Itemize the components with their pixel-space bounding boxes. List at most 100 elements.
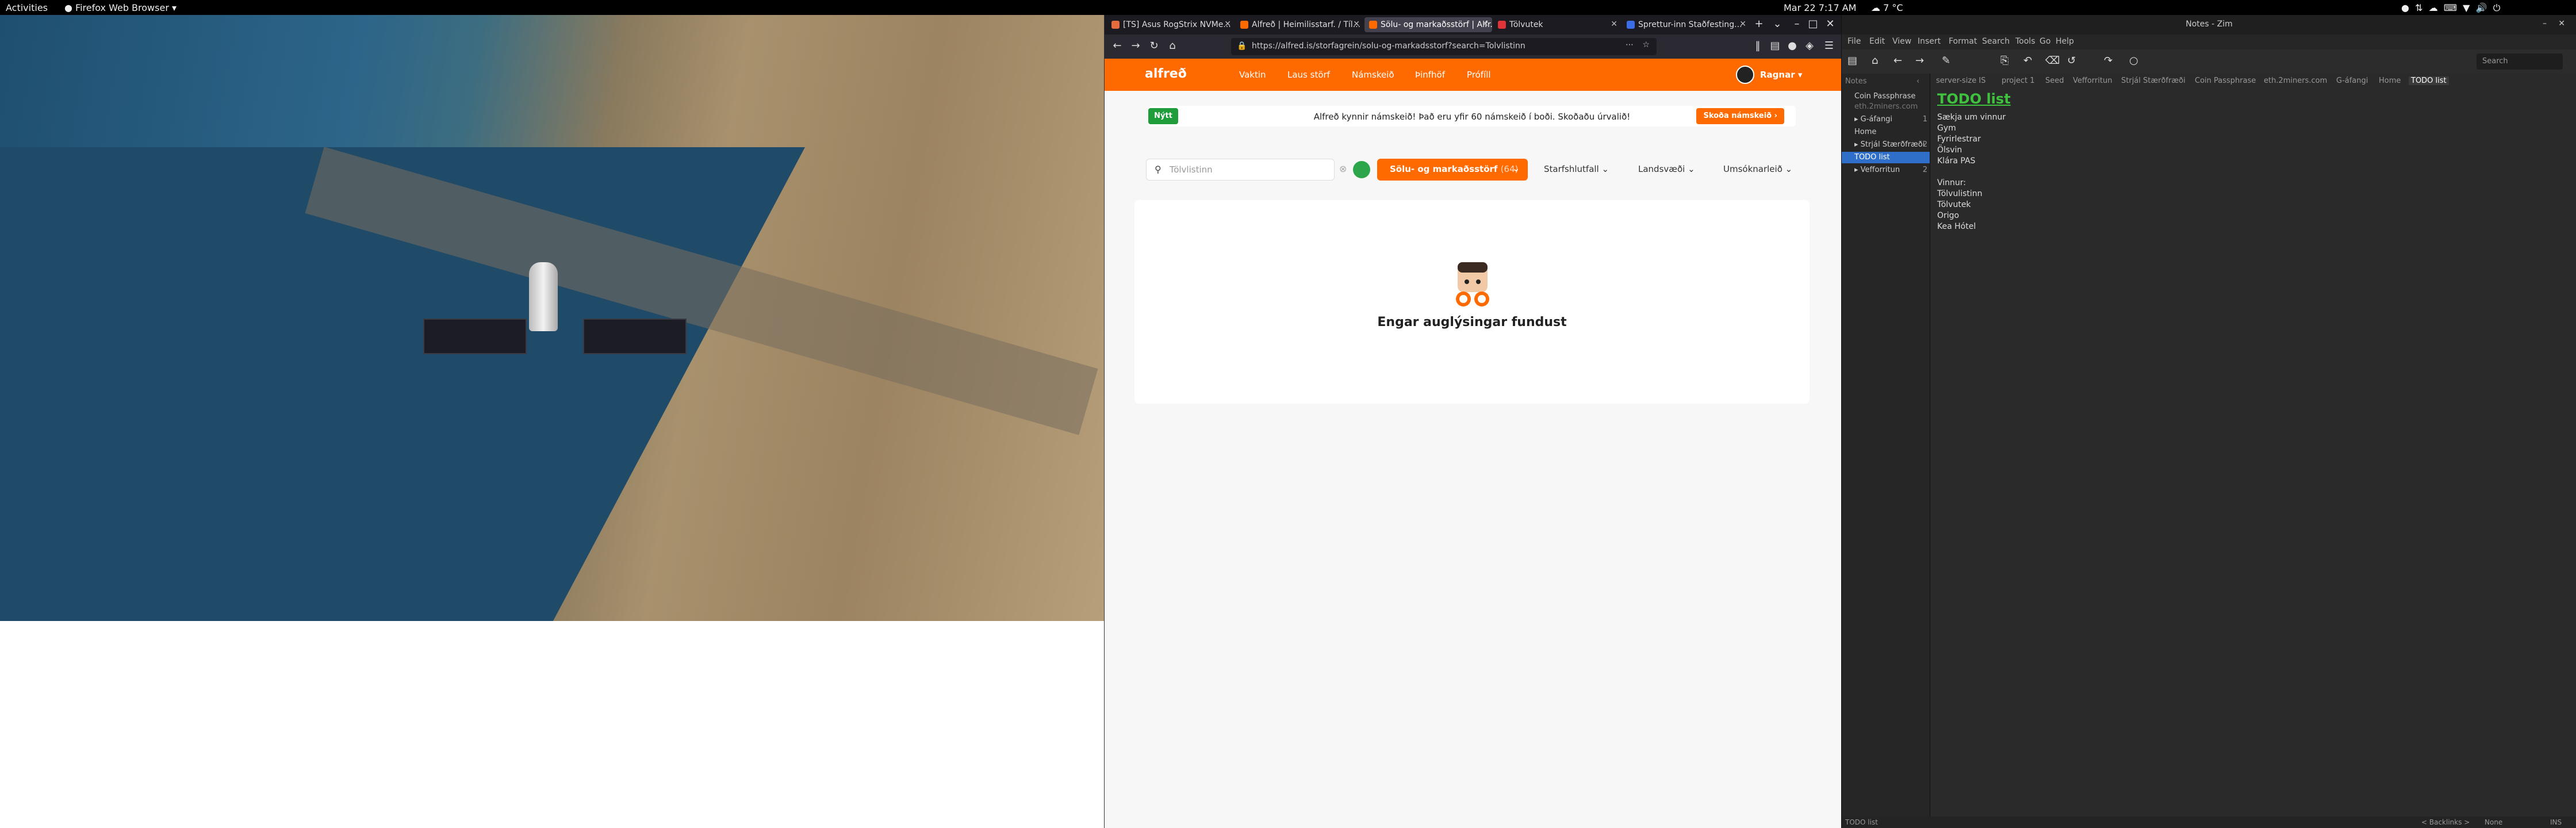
tab-3[interactable]: Sölu- og markaðsstörf | Alfr... ✕ (1364, 17, 1492, 32)
activities-button[interactable]: Activities (6, 2, 48, 13)
menu-tools[interactable]: Tools (2015, 37, 2035, 46)
close-icon[interactable]: ✕ (1739, 20, 1746, 29)
nav-thinfhof[interactable]: Þinfhöf (1415, 70, 1445, 80)
menu-go[interactable]: Go (2040, 37, 2050, 46)
search-submit-button[interactable] (1353, 161, 1370, 178)
menu-help[interactable]: Help (2056, 37, 2074, 46)
tab-2[interactable]: Alfreð | Heimilisstarf. / Tíl... ✕ (1236, 17, 1363, 32)
account-icon[interactable]: ● (1785, 40, 1799, 53)
crumb-1[interactable]: server-size IS (1936, 76, 1985, 85)
close-icon[interactable]: ✕ (1611, 20, 1617, 29)
tab-4[interactable]: Tölvutek ✕ (1493, 17, 1621, 32)
forward-icon[interactable]: → (1915, 55, 1924, 67)
close-window-icon[interactable]: ✕ (2558, 19, 2565, 28)
filter-starfshlutfall[interactable]: Starfshlutfall ⌄ (1544, 164, 1609, 174)
weather[interactable]: ☁ 7 °C (1871, 2, 1903, 13)
page-actions-icon[interactable]: ⋯ (1626, 40, 1634, 49)
filter-umsoknarleid[interactable]: Umsóknarleið ⌄ (1723, 164, 1792, 174)
nav-namskeid[interactable]: Námskeið (1352, 70, 1394, 80)
crumb-current[interactable]: TODO list (2409, 76, 2449, 85)
bookmark-star-icon[interactable]: ☆ (1642, 40, 1650, 49)
desktop (0, 15, 1104, 828)
minimize-icon[interactable]: – (1790, 18, 1804, 32)
crumb-4[interactable]: Vefforritun (2073, 76, 2112, 85)
search-input[interactable]: ⚲ Tölvlistinn (1146, 159, 1335, 181)
zim-page-editor[interactable]: TODO list Sækja um vinnur Gym Fyrirlestr… (1931, 91, 2575, 810)
crumb-7[interactable]: eth.2miners.com (2264, 76, 2327, 85)
recent-icon[interactable]: ↺ (2067, 55, 2076, 67)
crumb-2[interactable]: project 1 (2002, 76, 2035, 85)
nav-profill[interactable]: Prófíll (1467, 70, 1491, 80)
tab-list-icon[interactable]: ⌄ (1770, 18, 1784, 32)
view-courses-button[interactable]: Skoða námskeið › (1696, 108, 1784, 124)
nav-vaktin[interactable]: Vaktin (1239, 70, 1266, 80)
tag-icon[interactable]: ○ (2129, 55, 2138, 67)
menu-file[interactable]: File (1847, 37, 1861, 46)
new-tab-icon[interactable]: + (1752, 18, 1766, 32)
undo-icon[interactable]: ↶ (2023, 55, 2032, 67)
search-input[interactable]: Search (2477, 53, 2563, 70)
close-icon[interactable]: ✕ (1482, 20, 1489, 29)
index-toggle-icon[interactable]: ▤ (1847, 55, 1857, 67)
status-style[interactable]: None (2485, 818, 2502, 826)
back-icon[interactable]: ← (1110, 40, 1124, 53)
url-bar[interactable]: 🔒 https://alfred.is/storfagrein/solu-og-… (1231, 38, 1657, 55)
zim-toolbar: ▤ ⌂ ← → ✎ ⎘ ↶ ⌫ ↺ ↷ ○ Search (1842, 49, 2576, 74)
crumb-9[interactable]: Home (2379, 76, 2401, 85)
index-item-coin-passphrase[interactable]: Coin Passphrase (1854, 92, 1915, 101)
solar-panel-left (423, 319, 527, 354)
home-icon[interactable]: ⌂ (1872, 55, 1878, 67)
index-item-todo-list[interactable]: TODO list (1842, 152, 1930, 163)
clock[interactable]: Mar 22 7:17 AM (1784, 2, 1856, 13)
library-icon[interactable]: ‖ (1751, 40, 1765, 53)
link-icon[interactable]: ↷ (2104, 55, 2113, 67)
clear-search-icon[interactable]: ⊗ (1339, 163, 1347, 174)
todo-line-9: Tölvutek (1937, 200, 1971, 209)
menu-format[interactable]: Format (1949, 37, 1977, 46)
user-menu[interactable]: Ragnar ▾ (1760, 70, 1802, 80)
maximize-icon[interactable]: □ (1806, 18, 1820, 32)
todo-line-8: Tölvulistinn (1937, 189, 1983, 198)
close-icon[interactable]: ✕ (1224, 20, 1231, 29)
crumb-6[interactable]: Coin Passphrase (2195, 76, 2256, 85)
avatar[interactable] (1736, 66, 1754, 84)
menu-edit[interactable]: Edit (1869, 37, 1885, 46)
extension-icon[interactable]: ◈ (1803, 40, 1816, 53)
index-item-home[interactable]: Home (1854, 128, 1876, 136)
tab-1[interactable]: [TS] Asus RogStrix NVMe... ✕ (1107, 17, 1235, 32)
crumb-5[interactable]: Strjál Stærðfræði (2121, 76, 2186, 85)
alfred-logo[interactable]: alfreð (1145, 67, 1187, 81)
back-icon[interactable]: ← (1893, 55, 1902, 67)
tray-icons[interactable]: ● ⇅ ☁ ⌨ ▼ 🔊 ⏻ (2401, 2, 2500, 14)
menu-icon[interactable]: ☰ (1822, 40, 1836, 53)
tab-3-label: Sölu- og markaðsstörf | Alfr... (1381, 20, 1492, 29)
index-item-strjal[interactable]: ▸ Strjál Stærðfræði (1854, 140, 1925, 149)
filter-landsvaedi[interactable]: Landsvæði ⌄ (1638, 164, 1695, 174)
minimize-icon[interactable]: – (2543, 19, 2547, 28)
category-filter-button[interactable]: Sölu- og markaðsstörf (64) ⌄ (1377, 159, 1528, 181)
trash-icon[interactable]: ⌫ (2045, 55, 2060, 67)
close-icon[interactable]: ✕ (1353, 20, 1360, 29)
attach-icon[interactable]: ⎘ (2000, 55, 2008, 67)
menu-view[interactable]: View (1892, 37, 1911, 46)
tab-5[interactable]: Sprettur-inn Staðfesting... ✕ (1622, 17, 1750, 32)
nav-laus-storf[interactable]: Laus störf (1287, 70, 1330, 80)
reload-icon[interactable]: ↻ (1147, 40, 1161, 53)
backlinks-button[interactable]: < Backlinks > (2421, 818, 2470, 826)
menu-search[interactable]: Search (1982, 37, 2010, 46)
crumb-3[interactable]: Seed (2045, 76, 2064, 85)
sidebar-icon[interactable]: ▤ (1768, 40, 1782, 53)
app-menu[interactable]: ● Firefox Web Browser ▾ (64, 2, 177, 13)
forward-icon[interactable]: → (1129, 40, 1143, 53)
index-item-vefforritun-label: Vefforritun (1860, 166, 1900, 174)
index-item-g-afangi[interactable]: ▸ G-áfangi (1854, 115, 1892, 124)
edit-icon[interactable]: ✎ (1942, 55, 1950, 67)
close-window-icon[interactable]: ✕ (1823, 18, 1837, 32)
home-icon[interactable]: ⌂ (1166, 40, 1179, 53)
index-item-vefforritun[interactable]: ▸ Vefforritun (1854, 166, 1900, 174)
lock-icon[interactable]: 🔒 (1237, 41, 1247, 51)
index-item-eth2miners[interactable]: eth.2miners.com (1854, 102, 1918, 111)
menu-insert[interactable]: Insert (1918, 37, 1941, 46)
collapse-icon[interactable]: ‹ (1916, 77, 1919, 86)
crumb-8[interactable]: G-áfangi (2336, 76, 2368, 85)
